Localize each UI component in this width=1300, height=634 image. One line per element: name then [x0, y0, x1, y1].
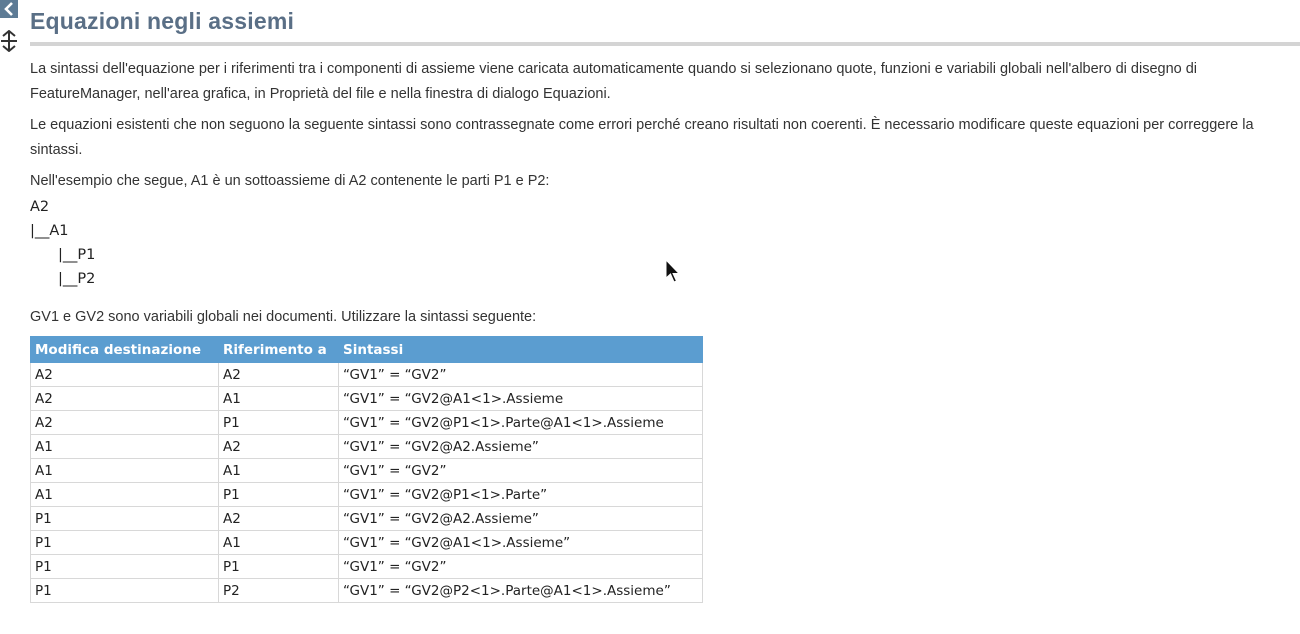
cell-destinazione: A2 [30, 410, 219, 435]
cell-sintassi: “GV1” = “GV2@A2.Assieme” [338, 506, 703, 531]
tree-level1: |__A1 [30, 223, 69, 239]
cell-destinazione: A2 [30, 362, 219, 387]
cell-riferimento: P1 [218, 482, 339, 507]
header-modifica-destinazione: Modifica destinazione [30, 336, 219, 363]
cell-destinazione: P1 [30, 554, 219, 579]
tree-level2-p2: |__P2 [58, 271, 96, 287]
table-row: A1 P1 “GV1” = “GV2@P1<1>.Parte” [30, 482, 703, 507]
mouse-pointer-icon [665, 258, 681, 285]
cell-riferimento: P1 [218, 410, 339, 435]
cell-riferimento: A2 [218, 362, 339, 387]
table-row: A1 A2 “GV1” = “GV2@A2.Assieme” [30, 434, 703, 459]
cell-sintassi: “GV1” = “GV2@A1<1>.Assieme” [338, 530, 703, 555]
move-arrows-icon[interactable] [0, 30, 18, 52]
table-row: A1 A1 “GV1” = “GV2” [30, 458, 703, 483]
page-title: Equazioni negli assiemi [30, 8, 295, 34]
left-toolbar [0, 0, 20, 60]
title-divider [30, 42, 1300, 46]
syntax-table: Modifica destinazione Riferimento a Sint… [30, 336, 703, 603]
table-row: A2 A2 “GV1” = “GV2” [30, 362, 703, 387]
cell-riferimento: A1 [218, 458, 339, 483]
cell-sintassi: “GV1” = “GV2” [338, 554, 703, 579]
cell-sintassi: “GV1” = “GV2” [338, 458, 703, 483]
chevron-left-icon[interactable] [0, 0, 18, 18]
cell-destinazione: A2 [30, 386, 219, 411]
cell-destinazione: P1 [30, 506, 219, 531]
cell-sintassi: “GV1” = “GV2@P1<1>.Parte@A1<1>.Assieme [338, 410, 703, 435]
cell-riferimento: P2 [218, 578, 339, 603]
intro-paragraph-3: Nell'esempio che segue, A1 è un sottoass… [30, 173, 550, 189]
cell-riferimento: A1 [218, 386, 339, 411]
table-row: A2 A1 “GV1” = “GV2@A1<1>.Assieme [30, 386, 703, 411]
table-header-row: Modifica destinazione Riferimento a Sint… [30, 336, 703, 363]
cell-destinazione: A1 [30, 482, 219, 507]
table-row: P1 P1 “GV1” = “GV2” [30, 554, 703, 579]
table-row: P1 A2 “GV1” = “GV2@A2.Assieme” [30, 506, 703, 531]
cell-sintassi: “GV1” = “GV2@P2<1>.Parte@A1<1>.Assieme” [338, 578, 703, 603]
cell-destinazione: A1 [30, 434, 219, 459]
cell-sintassi: “GV1” = “GV2@P1<1>.Parte” [338, 482, 703, 507]
cell-sintassi: “GV1” = “GV2@A2.Assieme” [338, 434, 703, 459]
cell-destinazione: P1 [30, 578, 219, 603]
assembly-tree: A2 |__A1 |__P1 |__P2 [30, 195, 1298, 291]
header-sintassi: Sintassi [338, 336, 703, 363]
cell-riferimento: A2 [218, 506, 339, 531]
cell-riferimento: A1 [218, 530, 339, 555]
help-article: Equazioni negli assiemi La sintassi dell… [30, 0, 1300, 603]
table-row: A2 P1 “GV1” = “GV2@P1<1>.Parte@A1<1>.Ass… [30, 410, 703, 435]
cell-sintassi: “GV1” = “GV2” [338, 362, 703, 387]
intro-paragraph-1: La sintassi dell'equazione per i riferim… [30, 61, 1198, 102]
cell-destinazione: A1 [30, 458, 219, 483]
cell-destinazione: P1 [30, 530, 219, 555]
table-row: P1 A1 “GV1” = “GV2@A1<1>.Assieme” [30, 530, 703, 555]
header-riferimento-a: Riferimento a [218, 336, 339, 363]
tree-level2-p1: |__P1 [58, 247, 96, 263]
cell-riferimento: P1 [218, 554, 339, 579]
global-variables-note: GV1 e GV2 sono variabili globali nei doc… [30, 309, 537, 325]
table-row: P1 P2 “GV1” = “GV2@P2<1>.Parte@A1<1>.Ass… [30, 578, 703, 603]
intro-paragraph-2: Le equazioni esistenti che non seguono l… [30, 117, 1254, 158]
tree-root: A2 [30, 199, 50, 215]
cell-riferimento: A2 [218, 434, 339, 459]
cell-sintassi: “GV1” = “GV2@A1<1>.Assieme [338, 386, 703, 411]
